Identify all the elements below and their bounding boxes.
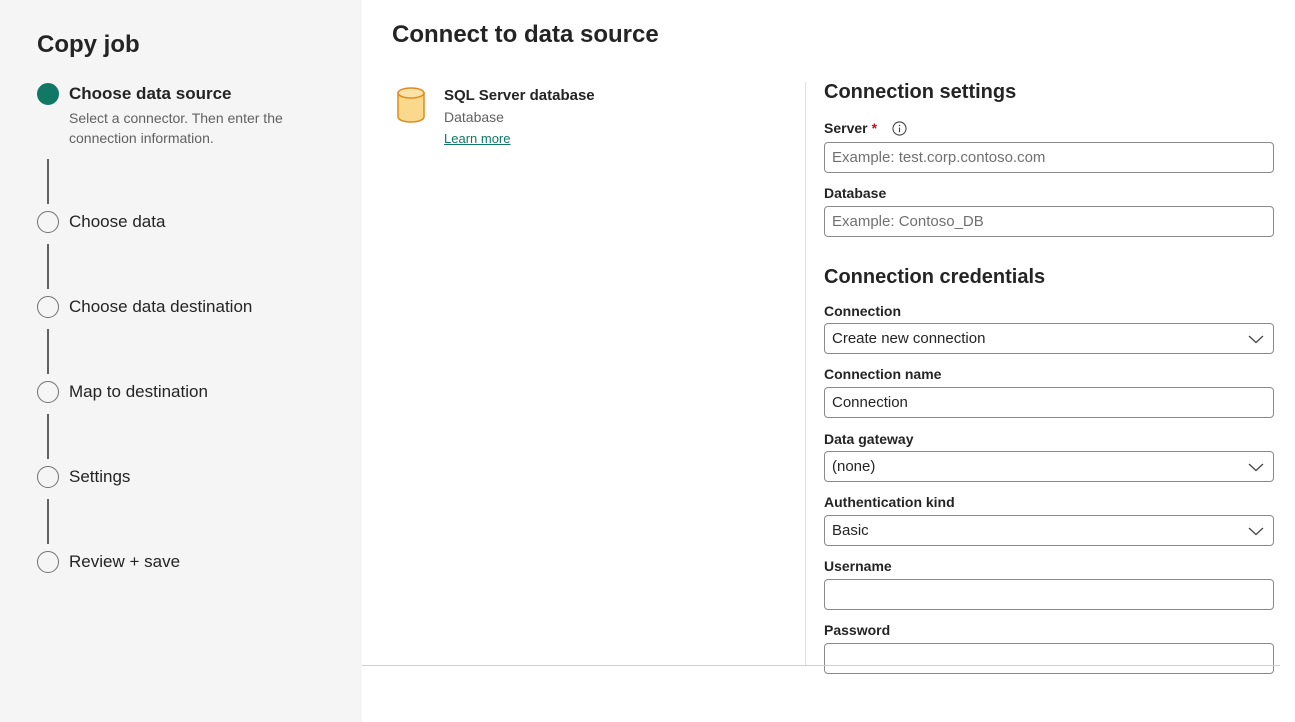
database-label: Database	[824, 185, 887, 201]
step-label: Review + save	[69, 552, 181, 571]
step-pending-indicator-icon	[37, 551, 59, 573]
learn-more-link[interactable]: Learn more	[444, 128, 595, 150]
server-input[interactable]: Example: test.corp.contoso.com	[824, 142, 1274, 173]
required-indicator: *	[871, 120, 878, 136]
server-label-text: Server	[824, 120, 868, 136]
step-connector	[47, 414, 49, 459]
password-label: Password	[824, 622, 891, 638]
database-input[interactable]: Example: Contoso_DB	[824, 206, 1274, 237]
connection-dropdown[interactable]: Create new connection	[824, 323, 1274, 354]
connection-form: Connection settings Server * Example: te…	[824, 78, 1274, 674]
step-settings[interactable]: Settings	[37, 466, 130, 489]
step-map-to-destination[interactable]: Map to destination	[37, 381, 208, 404]
step-pending-indicator-icon	[37, 381, 59, 403]
step-label: Map to destination	[69, 382, 208, 401]
step-pending-indicator-icon	[37, 211, 59, 233]
database-cylinder-icon	[397, 87, 425, 123]
connection-settings-heading: Connection settings	[824, 81, 1017, 103]
panel-divider	[805, 82, 806, 666]
step-choose-data-destination[interactable]: Choose data destination	[37, 296, 252, 319]
data-gateway-label: Data gateway	[824, 431, 914, 447]
connection-label: Connection	[824, 303, 901, 319]
wizard-sidebar: Copy job Choose data source Select a con…	[0, 0, 363, 722]
step-pending-indicator-icon	[37, 296, 59, 318]
page-title: Connect to data source	[392, 21, 659, 48]
username-input[interactable]	[824, 579, 1274, 610]
step-active-indicator-icon	[37, 83, 59, 105]
step-connector	[47, 329, 49, 374]
data-gateway-dropdown[interactable]: (none)	[824, 451, 1274, 482]
step-label: Choose data	[69, 212, 166, 231]
step-label: Choose data destination	[69, 297, 253, 316]
step-review-save[interactable]: Review + save	[37, 551, 180, 574]
info-icon[interactable]	[892, 120, 907, 136]
connection-credentials-heading: Connection credentials	[824, 266, 1046, 288]
step-label: Settings	[69, 467, 131, 486]
step-description: Select a connector. Then enter the conne…	[69, 110, 283, 146]
step-choose-data[interactable]: Choose data	[37, 211, 165, 234]
selected-connector-card: SQL Server database Database Learn more	[396, 86, 595, 150]
sidebar-title: Copy job	[37, 31, 140, 58]
step-connector	[47, 244, 49, 289]
server-label: Server *	[824, 118, 1274, 138]
step-connector	[47, 159, 49, 204]
step-connector	[47, 499, 49, 544]
connection-name-input[interactable]: Connection	[824, 387, 1274, 418]
connection-name-label: Connection name	[824, 366, 942, 382]
connection-value: Create new connection	[832, 330, 986, 347]
chevron-down-icon	[1248, 335, 1264, 343]
password-input[interactable]	[824, 643, 1274, 674]
step-label: Choose data source	[69, 84, 232, 103]
username-label: Username	[824, 558, 892, 574]
authentication-kind-dropdown[interactable]: Basic	[824, 515, 1274, 546]
footer-divider	[362, 665, 1280, 666]
connector-name: SQL Server database	[444, 87, 595, 104]
connector-category: Database	[444, 109, 504, 125]
data-gateway-value: (none)	[832, 458, 876, 475]
chevron-down-icon	[1248, 463, 1264, 471]
step-pending-indicator-icon	[37, 466, 59, 488]
step-choose-data-source[interactable]: Choose data source Select a connector. T…	[37, 83, 309, 148]
authentication-kind-label: Authentication kind	[824, 494, 955, 510]
chevron-down-icon	[1248, 527, 1264, 535]
authentication-kind-value: Basic	[832, 522, 869, 539]
